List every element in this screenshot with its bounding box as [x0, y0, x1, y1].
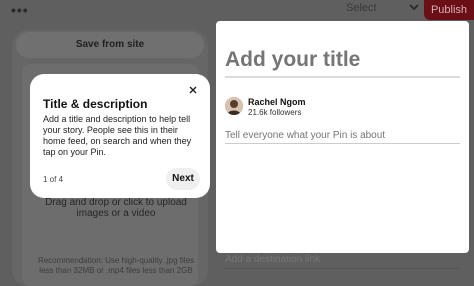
upload-label: Drag and drop or click to upload images … [45, 197, 187, 219]
more-icon[interactable]: ••• [11, 2, 29, 18]
title-underline [225, 76, 460, 78]
next-button[interactable]: Next [166, 168, 200, 190]
publish-button[interactable]: Publish [424, 0, 474, 20]
upload-recommendation: Recommendation: Use high-quality .jpg fi… [37, 256, 195, 275]
close-icon[interactable] [187, 84, 199, 96]
user-name: Rachel Ngom [248, 97, 306, 107]
destination-underline [225, 268, 460, 269]
title-input[interactable] [225, 48, 460, 72]
tooltip-title: Title & description [43, 97, 148, 111]
follower-count: 21.6k followers [248, 108, 302, 117]
board-select[interactable]: Select [346, 2, 377, 14]
save-from-site-button[interactable]: Save from site [16, 32, 204, 58]
avatar [225, 97, 243, 115]
destination-link-input[interactable] [225, 254, 460, 265]
tooltip-step-counter: 1 of 4 [43, 175, 64, 184]
description-input[interactable] [225, 130, 460, 141]
description-underline [225, 143, 460, 144]
chevron-down-icon[interactable] [408, 1, 420, 13]
tooltip-body: Add a title and description to help tell… [43, 114, 192, 157]
